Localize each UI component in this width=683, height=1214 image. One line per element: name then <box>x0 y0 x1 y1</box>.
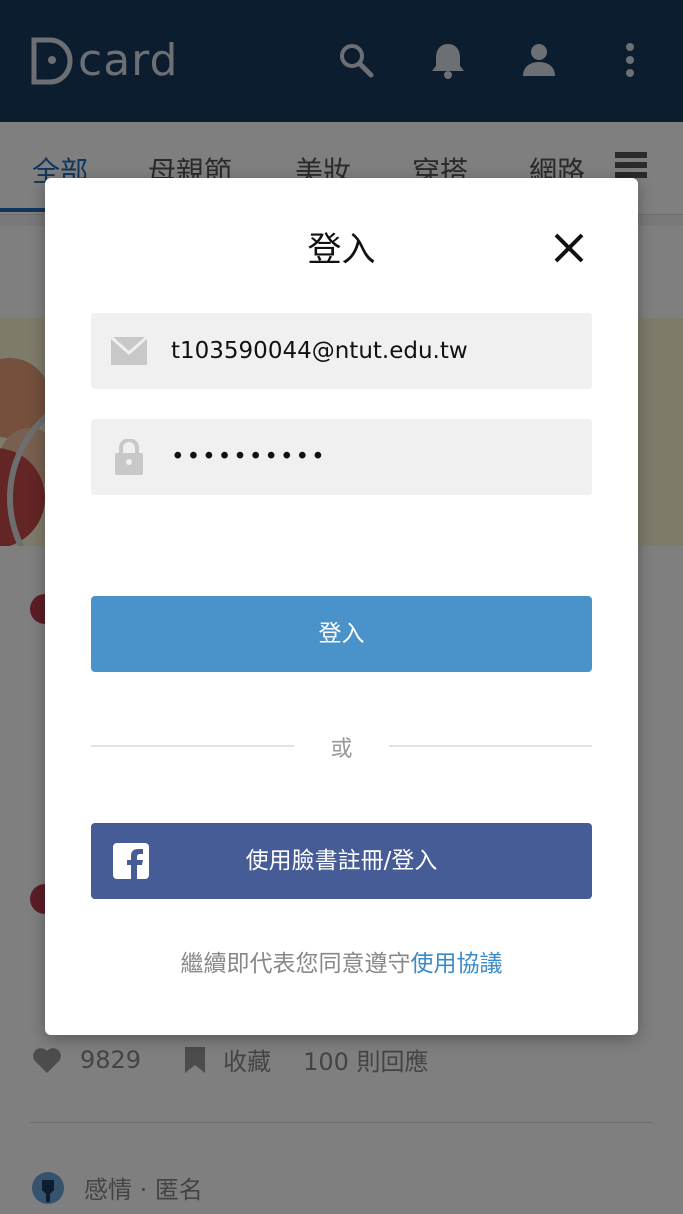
email-value[interactable]: t103590044@ntut.edu.tw <box>171 313 468 389</box>
lock-icon <box>115 439 143 475</box>
email-field[interactable]: t103590044@ntut.edu.tw <box>91 313 592 389</box>
or-text: 或 <box>330 737 353 762</box>
mail-icon <box>110 335 148 365</box>
agreement-prefix: 繼續即代表您同意遵守 <box>180 951 411 977</box>
terms-link[interactable]: 使用協議 <box>411 951 503 977</box>
login-button[interactable]: 登入 <box>91 596 592 672</box>
password-field[interactable]: •••••••••• <box>91 419 592 495</box>
facebook-icon <box>113 843 149 879</box>
facebook-button-label: 使用臉書註冊/登入 <box>245 848 438 874</box>
facebook-login-button[interactable]: 使用臉書註冊/登入 <box>91 823 592 899</box>
divider-line-right <box>389 745 592 747</box>
close-icon[interactable] <box>551 230 587 266</box>
dialog-title: 登入 <box>307 230 376 270</box>
login-dialog: 登入 t103590044@ntut.edu.tw •••••••••• 登入 … <box>45 178 638 1035</box>
agreement-text: 繼續即代表您同意遵守使用協議 <box>45 944 638 978</box>
password-value[interactable]: •••••••••• <box>171 419 327 495</box>
